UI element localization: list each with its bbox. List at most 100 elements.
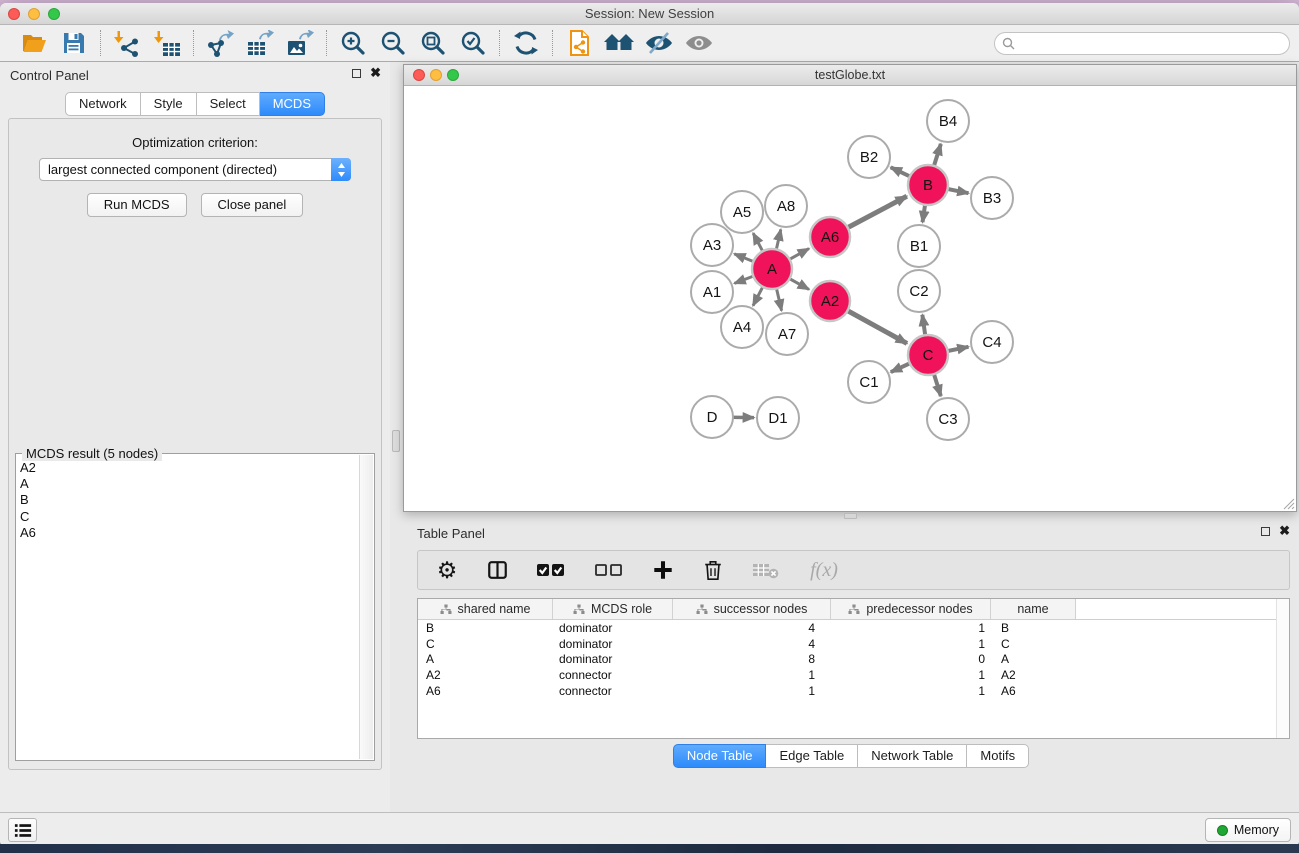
graph-node-D[interactable]: D: [691, 396, 733, 438]
panel-split-divider[interactable]: [390, 62, 403, 812]
table-cell[interactable]: 1: [831, 684, 991, 698]
table-cell[interactable]: A2: [418, 668, 553, 682]
table-cell[interactable]: A2: [991, 668, 1076, 682]
graph-node-C[interactable]: C: [908, 335, 948, 375]
horizontal-split-divider[interactable]: [403, 512, 1299, 520]
show-column-panel-icon[interactable]: [484, 555, 510, 585]
zoom-out-icon[interactable]: [378, 28, 408, 58]
float-panel-icon[interactable]: [352, 69, 361, 78]
zoom-in-icon[interactable]: [338, 28, 368, 58]
table-cell[interactable]: A: [418, 652, 553, 666]
table-row[interactable]: A6connector11A6: [418, 683, 1289, 699]
hide-selected-icon[interactable]: [644, 28, 674, 58]
graph-node-A8[interactable]: A8: [765, 185, 807, 227]
task-history-button[interactable]: [8, 818, 37, 842]
zoom-fit-icon[interactable]: [418, 28, 448, 58]
tab-select[interactable]: Select: [197, 92, 260, 116]
table-row[interactable]: Cdominator41C: [418, 636, 1289, 652]
graph-node-A2[interactable]: A2: [810, 281, 850, 321]
table-cell[interactable]: 8: [673, 652, 831, 666]
tab-motifs[interactable]: Motifs: [967, 744, 1029, 768]
table-cell[interactable]: B: [418, 621, 553, 635]
network-canvas[interactable]: B4B2BB3A5A8A6A3B1AA1C2A2A4A7C4CC1C3DD1: [404, 86, 1296, 511]
table-cell[interactable]: A6: [418, 684, 553, 698]
function-builder-icon[interactable]: f(x): [804, 555, 844, 585]
graph-node-B3[interactable]: B3: [971, 177, 1013, 219]
network-snapshot-icon[interactable]: [564, 28, 594, 58]
tab-mcds[interactable]: MCDS: [260, 92, 325, 116]
horizontal-split-handle[interactable]: [844, 513, 857, 519]
mcds-result-item[interactable]: A: [20, 476, 358, 492]
mcds-result-item[interactable]: B: [20, 492, 358, 508]
table-cell[interactable]: A: [991, 652, 1076, 666]
table-row[interactable]: A2connector11A2: [418, 667, 1289, 683]
memory-button[interactable]: Memory: [1205, 818, 1291, 842]
import-network-icon[interactable]: [112, 28, 142, 58]
show-all-icon[interactable]: [684, 28, 714, 58]
graph-node-C4[interactable]: C4: [971, 321, 1013, 363]
graph-node-B2[interactable]: B2: [848, 136, 890, 178]
graph-node-A1[interactable]: A1: [691, 271, 733, 313]
tab-network[interactable]: Network: [65, 92, 141, 116]
network-canvas-svg[interactable]: B4B2BB3A5A8A6A3B1AA1C2A2A4A7C4CC1C3DD1: [404, 86, 1296, 511]
column-header-shared-name[interactable]: shared name: [418, 599, 553, 619]
tab-node-table[interactable]: Node Table: [673, 744, 767, 768]
table-cell[interactable]: 1: [831, 637, 991, 651]
graph-node-C2[interactable]: C2: [898, 270, 940, 312]
mcds-result-list[interactable]: A2ABCA6: [20, 460, 358, 758]
export-image-icon[interactable]: [285, 28, 315, 58]
mcds-result-item[interactable]: A2: [20, 460, 358, 476]
table-row[interactable]: Adominator80A: [418, 652, 1289, 668]
refresh-icon[interactable]: [511, 28, 541, 58]
column-header-successor-nodes[interactable]: successor nodes: [673, 599, 831, 619]
close-table-panel-icon[interactable]: ✖: [1279, 526, 1290, 536]
column-header-name[interactable]: name: [991, 599, 1076, 619]
column-header-MCDS-role[interactable]: MCDS role: [553, 599, 673, 619]
table-cell[interactable]: dominator: [553, 621, 673, 635]
graph-node-A3[interactable]: A3: [691, 224, 733, 266]
table-cell[interactable]: dominator: [553, 637, 673, 651]
graph-node-A4[interactable]: A4: [721, 306, 763, 348]
result-scrollbar[interactable]: [359, 455, 373, 759]
split-handle[interactable]: [392, 430, 400, 452]
table-cell[interactable]: 4: [673, 621, 831, 635]
graph-node-A[interactable]: A: [752, 249, 792, 289]
deselect-all-columns-icon[interactable]: [592, 555, 626, 585]
mcds-result-item[interactable]: C: [20, 509, 358, 525]
tab-style[interactable]: Style: [141, 92, 197, 116]
export-table-icon[interactable]: [245, 28, 275, 58]
table-cell[interactable]: 1: [673, 668, 831, 682]
table-cell[interactable]: A6: [991, 684, 1076, 698]
table-cell[interactable]: C: [991, 637, 1076, 651]
table-scrollbar[interactable]: [1276, 599, 1289, 738]
table-row[interactable]: Bdominator41B: [418, 620, 1289, 636]
import-table-icon[interactable]: [152, 28, 182, 58]
first-neighbors-icon[interactable]: [604, 28, 634, 58]
tab-network-table[interactable]: Network Table: [858, 744, 967, 768]
run-mcds-button[interactable]: Run MCDS: [87, 193, 187, 217]
open-session-icon[interactable]: [19, 28, 49, 58]
table-cell[interactable]: 0: [831, 652, 991, 666]
table-cell[interactable]: C: [418, 637, 553, 651]
delete-column-icon[interactable]: [700, 555, 726, 585]
close-panel-button[interactable]: Close panel: [201, 193, 304, 217]
graph-node-C3[interactable]: C3: [927, 398, 969, 440]
float-table-panel-icon[interactable]: [1261, 527, 1270, 536]
graph-node-A6[interactable]: A6: [810, 217, 850, 257]
select-all-columns-icon[interactable]: [534, 555, 568, 585]
table-cell[interactable]: connector: [553, 684, 673, 698]
graph-node-B1[interactable]: B1: [898, 225, 940, 267]
table-cell[interactable]: B: [991, 621, 1076, 635]
table-cell[interactable]: 1: [673, 684, 831, 698]
table-cell[interactable]: 1: [831, 621, 991, 635]
graph-node-A5[interactable]: A5: [721, 191, 763, 233]
resize-grip-icon[interactable]: [1282, 497, 1295, 510]
search-input[interactable]: [1015, 34, 1289, 53]
table-cell[interactable]: dominator: [553, 652, 673, 666]
table-cell[interactable]: 1: [831, 668, 991, 682]
optimization-criterion-select[interactable]: largest connected component (directed): [39, 158, 351, 181]
graph-node-B4[interactable]: B4: [927, 100, 969, 142]
graph-node-D1[interactable]: D1: [757, 397, 799, 439]
table-cell[interactable]: connector: [553, 668, 673, 682]
add-column-icon[interactable]: [650, 555, 676, 585]
